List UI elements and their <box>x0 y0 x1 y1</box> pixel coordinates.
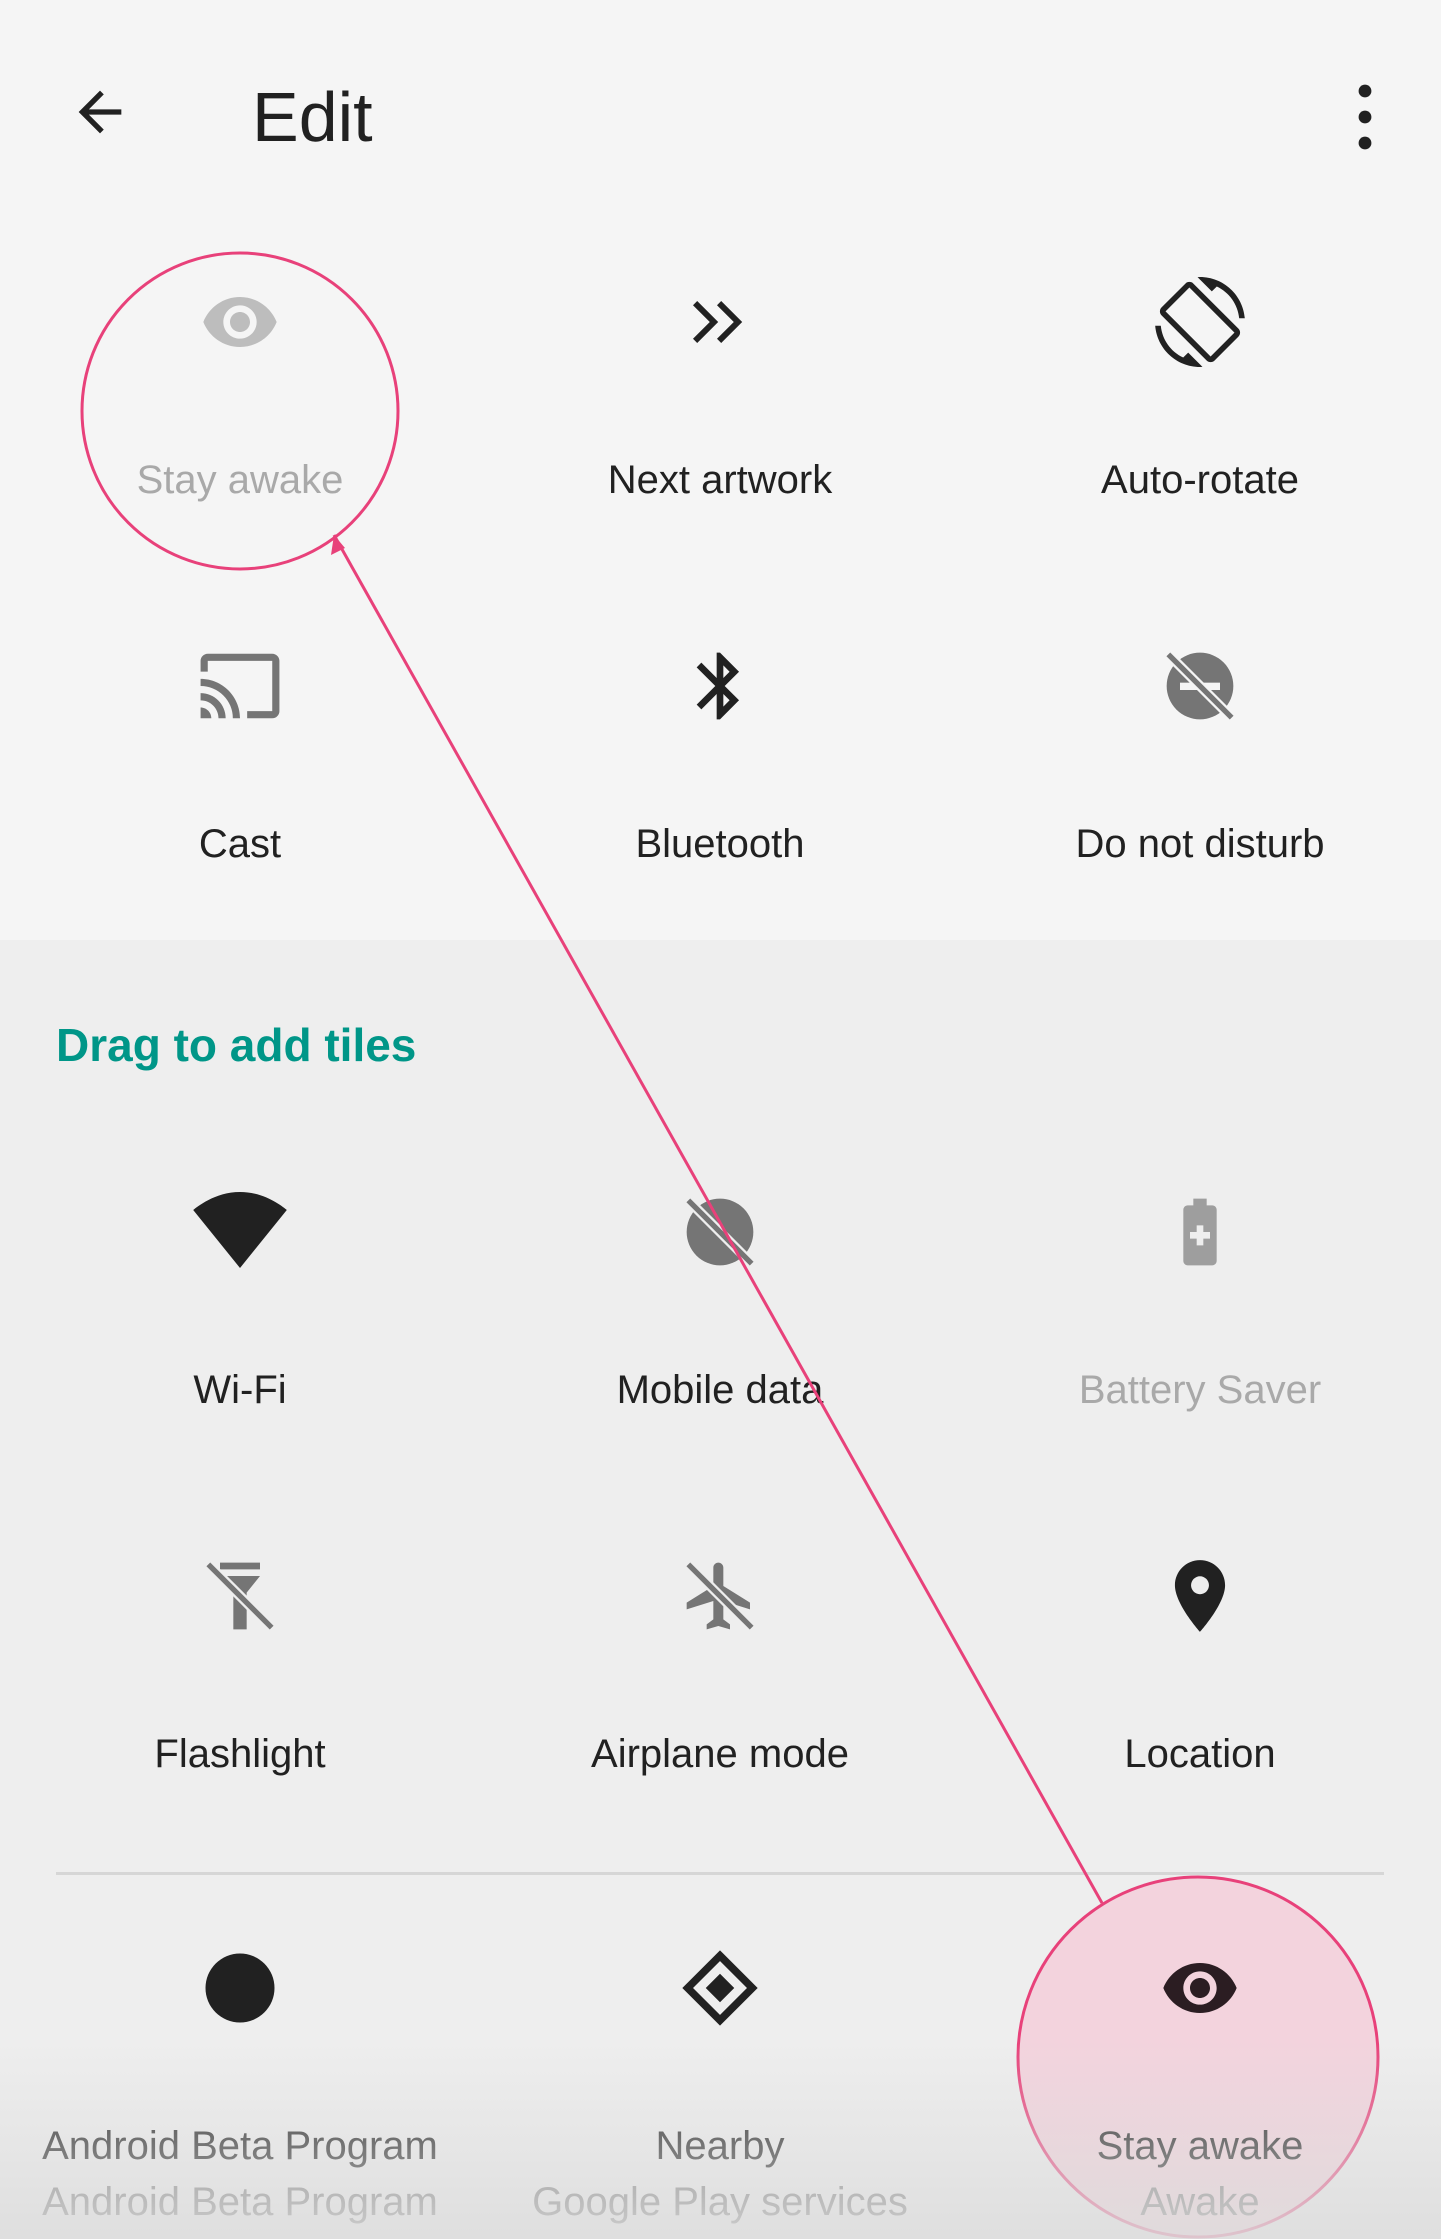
do-not-disturb-off-icon <box>1150 636 1250 736</box>
battery-plus-icon <box>1150 1182 1250 1282</box>
airplane-off-icon <box>670 1546 770 1646</box>
divider <box>56 1872 1384 1875</box>
arrow-back-icon <box>78 90 122 134</box>
top-app-bar: Edit <box>0 0 1441 230</box>
cast-icon <box>190 636 290 736</box>
drag-to-add-heading: Drag to add tiles <box>56 1019 417 1071</box>
eye-icon <box>190 272 290 372</box>
tile-stay-awake-available[interactable]: Stay awake Awake <box>960 1938 1440 2238</box>
filled-circle-icon <box>190 1938 290 2038</box>
more-vert-icon <box>1358 84 1372 150</box>
tile-label: Airplane mode <box>591 1732 849 1776</box>
tile-subtitle: Awake <box>1140 2180 1260 2224</box>
bluetooth-icon <box>670 636 770 736</box>
tile-label: Flashlight <box>154 1732 326 1776</box>
double-chevron-icon <box>670 272 770 372</box>
tile-label: Mobile data <box>616 1368 824 1412</box>
tile-mobile-data[interactable]: Mobile data <box>480 1182 960 1482</box>
tile-next-artwork[interactable]: Next artwork <box>480 272 960 572</box>
tile-airplane-mode[interactable]: Airplane mode <box>480 1546 960 1846</box>
mobile-data-off-icon <box>670 1182 770 1282</box>
tile-auto-rotate[interactable]: Auto-rotate <box>960 272 1440 572</box>
eye-icon <box>1150 1938 1250 2038</box>
nearby-diamond-icon <box>670 1938 770 2038</box>
tile-stay-awake-current[interactable]: Stay awake <box>0 272 480 572</box>
tile-label: Stay awake <box>1096 2124 1304 2168</box>
tile-label: Android Beta Program <box>42 2124 438 2168</box>
tile-label: Nearby <box>655 2124 785 2168</box>
tile-do-not-disturb[interactable]: Do not disturb <box>960 636 1440 936</box>
tile-cast[interactable]: Cast <box>0 636 480 936</box>
tile-label: Battery Saver <box>1078 1368 1322 1412</box>
tile-flashlight[interactable]: Flashlight <box>0 1546 480 1846</box>
tile-subtitle: Android Beta Program <box>42 2180 438 2224</box>
tile-label: Next artwork <box>607 458 833 502</box>
wifi-icon <box>190 1182 290 1282</box>
flashlight-off-icon <box>190 1546 290 1646</box>
tile-location[interactable]: Location <box>960 1546 1440 1846</box>
tile-label: Cast <box>198 822 282 866</box>
tile-label: Do not disturb <box>1075 822 1325 866</box>
tile-battery-saver[interactable]: Battery Saver <box>960 1182 1440 1482</box>
tile-label: Location <box>1124 1732 1276 1776</box>
screen-rotation-icon <box>1150 272 1250 372</box>
tile-subtitle: Google Play services <box>532 2180 908 2224</box>
tile-wifi[interactable]: Wi-Fi <box>0 1182 480 1482</box>
location-pin-icon <box>1150 1546 1250 1646</box>
tile-label: Wi-Fi <box>193 1368 287 1412</box>
back-button[interactable] <box>60 72 140 152</box>
tile-label: Auto-rotate <box>1101 458 1299 502</box>
tile-label: Bluetooth <box>635 822 805 866</box>
overflow-menu-button[interactable] <box>1330 72 1400 162</box>
tile-nearby[interactable]: Nearby Google Play services <box>480 1938 960 2238</box>
tile-android-beta-program[interactable]: Android Beta Program Android Beta Progra… <box>0 1938 480 2238</box>
page-title: Edit <box>252 78 373 156</box>
tile-bluetooth[interactable]: Bluetooth <box>480 636 960 936</box>
tile-label: Stay awake <box>136 458 344 502</box>
